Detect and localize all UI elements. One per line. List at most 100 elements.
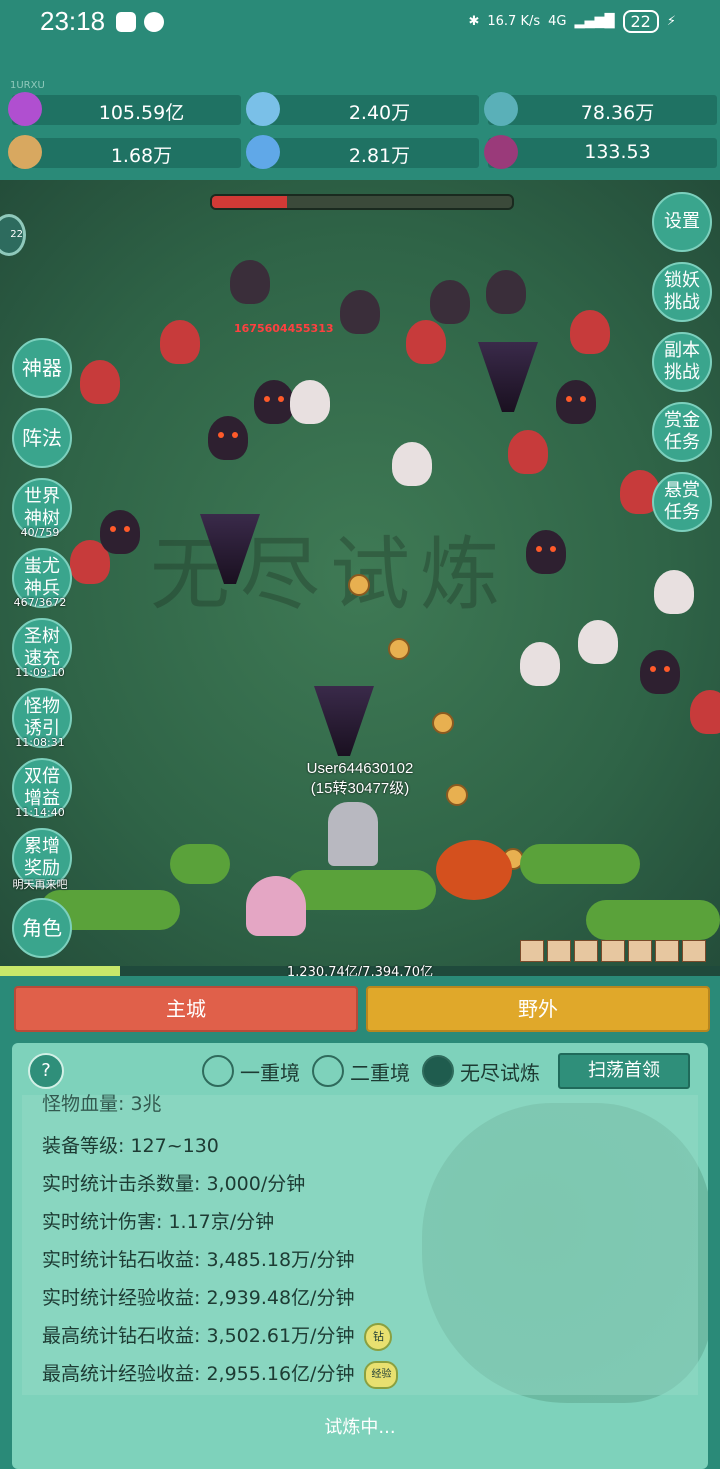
diamond-badge-icon: 钻 bbox=[364, 1322, 393, 1351]
player-label: User644630102 (15转30477级) bbox=[306, 760, 414, 797]
exp-badge-icon: 经验 bbox=[364, 1360, 399, 1389]
monster bbox=[100, 510, 140, 554]
skill-slot[interactable] bbox=[574, 940, 598, 962]
resource-ore: 78.36万 bbox=[484, 92, 717, 126]
stat-exp-rate: 实时统计经验收益: 2,939.48亿/分钟 bbox=[42, 1287, 355, 1309]
skill-slot[interactable] bbox=[601, 940, 625, 962]
skill-slot[interactable] bbox=[628, 940, 652, 962]
monster bbox=[160, 320, 200, 364]
coin-drop bbox=[446, 784, 468, 806]
monster bbox=[340, 290, 380, 334]
boss-hp-bar bbox=[210, 194, 514, 210]
monster bbox=[570, 310, 610, 354]
reward-task-button[interactable]: 悬赏任务 bbox=[652, 472, 712, 532]
resource-diamond: 105.59亿 bbox=[8, 92, 241, 126]
cumulative-reward-note: 明天再来吧 bbox=[12, 878, 68, 891]
signal-icon: ▂▄▆█ bbox=[574, 14, 615, 29]
resource-ice-gem: 2.81万 bbox=[246, 135, 479, 169]
chiyou-weapon-progress: 467/3672 bbox=[13, 596, 67, 609]
resource-crystal: 2.40万 bbox=[246, 92, 479, 126]
stat-monster-hp: 怪物血量: 3兆 bbox=[42, 1093, 162, 1115]
bush bbox=[586, 900, 720, 940]
battle-field[interactable]: 22 无尽试炼 1675604455313 User644630102 (15转… bbox=[0, 180, 720, 970]
alarm-icon bbox=[144, 12, 164, 32]
ore-icon bbox=[484, 92, 518, 126]
user-tag: 1URXU bbox=[10, 80, 45, 91]
resource-scroll: 1.68万 bbox=[8, 135, 241, 169]
stat-max-exp-rate: 最高统计经验收益: 2,955.16亿/分钟 经验 bbox=[42, 1359, 399, 1389]
stat-diamond-rate: 实时统计钻石收益: 3,485.18万/分钟 bbox=[42, 1249, 355, 1271]
bounty-task-button[interactable]: 赏金任务 bbox=[652, 402, 712, 462]
network-type: 4G bbox=[548, 14, 567, 29]
monster bbox=[690, 690, 720, 734]
monster bbox=[254, 380, 294, 424]
ice-gem-icon bbox=[246, 135, 280, 169]
radio-circle[interactable] bbox=[202, 1055, 234, 1087]
battery-indicator: 22 bbox=[622, 10, 659, 33]
bush bbox=[170, 844, 230, 884]
tree-recharge-timer: 11:09:10 bbox=[15, 666, 65, 679]
coin-drop bbox=[388, 638, 410, 660]
monster bbox=[80, 360, 120, 404]
clock: 23:18 bbox=[40, 6, 106, 36]
coin-drop bbox=[432, 712, 454, 734]
diamond-icon bbox=[8, 92, 42, 126]
trial-panel: ? 一重境 二重境 无尽试炼 扫荡首领 怪物血量: 3兆 装备等级: 127~1… bbox=[12, 1043, 708, 1469]
shield-icon bbox=[116, 12, 136, 32]
status-right: ✱ 16.7 K/s 4G ▂▄▆█ 22 ⚡ bbox=[468, 10, 676, 33]
mode-radio-1[interactable]: 一重境 bbox=[202, 1055, 300, 1087]
radio-circle[interactable] bbox=[312, 1055, 344, 1087]
damage-float: 1675604455313 bbox=[234, 322, 334, 335]
pet-character bbox=[246, 876, 306, 936]
monster bbox=[520, 642, 560, 686]
tornado-effect bbox=[314, 686, 374, 756]
radio-circle-selected[interactable] bbox=[422, 1055, 454, 1087]
mode-radio-2[interactable]: 二重境 bbox=[312, 1055, 410, 1087]
monster bbox=[230, 260, 270, 304]
potion-icon bbox=[484, 135, 518, 169]
demon-lock-challenge-button[interactable]: 锁妖挑战 bbox=[652, 262, 712, 322]
stat-kill-rate: 实时统计击杀数量: 3,000/分钟 bbox=[42, 1173, 306, 1195]
monster bbox=[556, 380, 596, 424]
monster bbox=[430, 280, 470, 324]
player-character bbox=[328, 802, 378, 866]
resource-panel: 1URXU 105.59亿 2.40万 78.36万 1.68万 2.81万 1… bbox=[0, 48, 720, 180]
skill-slot[interactable] bbox=[520, 940, 544, 962]
stat-max-diamond-rate: 最高统计钻石收益: 3,502.61万/分钟钻 bbox=[42, 1321, 393, 1351]
monster bbox=[578, 620, 618, 664]
monster bbox=[486, 270, 526, 314]
monster bbox=[208, 416, 248, 460]
main-city-button[interactable]: 主城 bbox=[14, 986, 358, 1032]
bush bbox=[520, 844, 640, 884]
stat-equip-level: 装备等级: 127~130 bbox=[42, 1135, 219, 1157]
wild-button[interactable]: 野外 bbox=[366, 986, 710, 1032]
monster bbox=[526, 530, 566, 574]
circle-badge[interactable]: 22 bbox=[0, 214, 26, 256]
bluetooth-icon: ✱ bbox=[468, 14, 480, 29]
red-tree bbox=[436, 840, 512, 900]
skill-slot[interactable] bbox=[547, 940, 571, 962]
dungeon-challenge-button[interactable]: 副本挑战 bbox=[652, 332, 712, 392]
scroll-icon bbox=[8, 135, 42, 169]
sweep-boss-button[interactable]: 扫荡首领 bbox=[558, 1053, 690, 1089]
artifact-button[interactable]: 神器 bbox=[12, 338, 72, 398]
resource-potion: 133.53 bbox=[484, 135, 717, 169]
formation-button[interactable]: 阵法 bbox=[12, 408, 72, 468]
skill-slot[interactable] bbox=[655, 940, 679, 962]
monster bbox=[406, 320, 446, 364]
training-status: 试炼中... bbox=[324, 1417, 396, 1438]
character-button[interactable]: 角色 bbox=[12, 898, 72, 958]
monster bbox=[508, 430, 548, 474]
monster-lure-timer: 11:08:31 bbox=[15, 736, 65, 749]
charging-icon: ⚡ bbox=[666, 14, 676, 29]
net-speed: 16.7 K/s bbox=[487, 14, 541, 29]
double-buff-timer: 11:14:40 bbox=[15, 806, 65, 819]
tornado-effect bbox=[478, 342, 538, 412]
skill-slots bbox=[520, 940, 706, 962]
mode-radio-3[interactable]: 无尽试炼 bbox=[422, 1055, 540, 1087]
settings-button[interactable]: 设置 bbox=[652, 192, 712, 252]
help-button[interactable]: ? bbox=[28, 1053, 64, 1089]
world-tree-progress: 40/759 bbox=[20, 526, 60, 539]
monster bbox=[640, 650, 680, 694]
skill-slot[interactable] bbox=[682, 940, 706, 962]
